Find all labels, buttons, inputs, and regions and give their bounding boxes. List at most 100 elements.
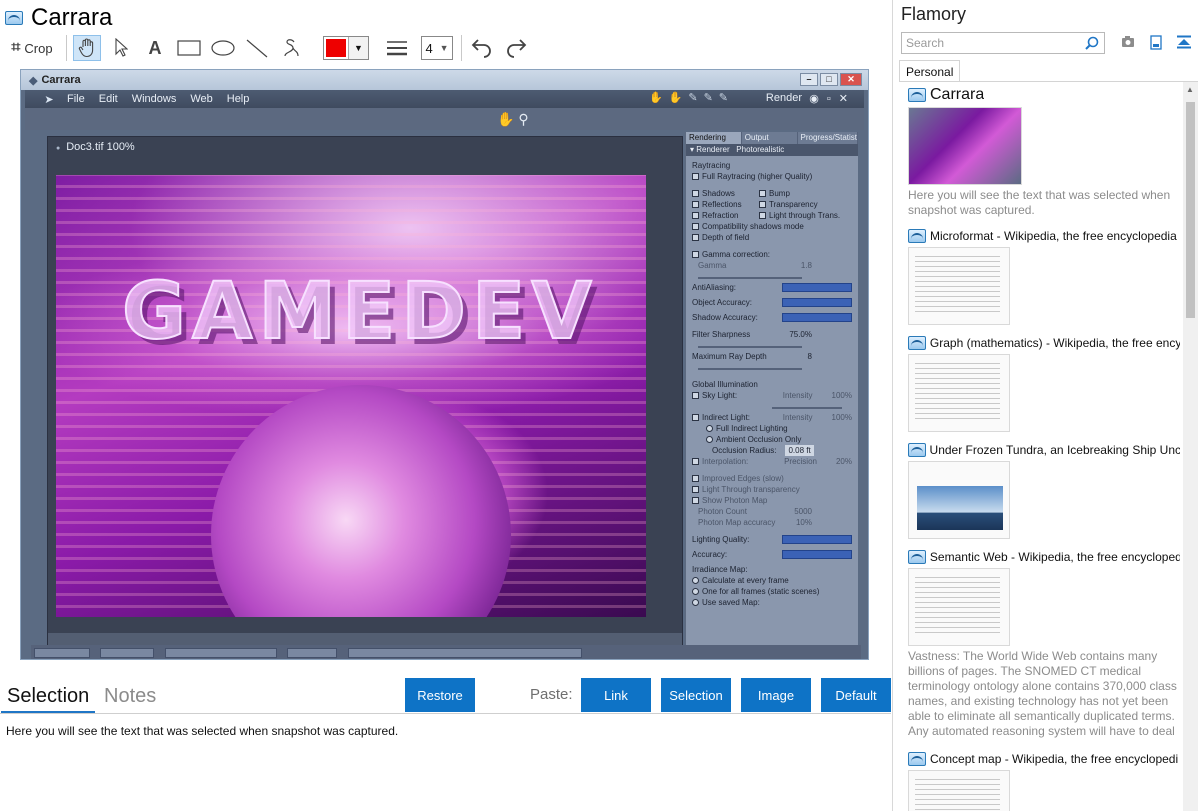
freehand-tool-button[interactable] xyxy=(277,35,305,61)
improved-edges-row: Improved Edges (slow) xyxy=(692,473,852,484)
search-icon[interactable] xyxy=(1085,36,1099,50)
snapshot-icon xyxy=(908,550,926,564)
list-item[interactable]: Graph (mathematics) - Wikipedia, the fre… xyxy=(908,335,1180,432)
carrara-titlebar: ◆ Carrara – □ ✕ xyxy=(21,70,868,90)
light-through-label: Light Through transparency xyxy=(702,485,800,494)
snapshot-title: Under Frozen Tundra, an Icebreaking Ship… xyxy=(929,443,1180,457)
lighting-quality-dropdown xyxy=(782,535,852,544)
snapshot-description: Here you will see the text that was sele… xyxy=(908,188,1171,217)
carrara-render-label: Render xyxy=(765,92,802,104)
page-icon[interactable] xyxy=(1150,35,1162,50)
paste-selection-button[interactable]: Selection xyxy=(661,678,731,712)
indirect-light-label: Indirect Light: xyxy=(702,413,751,422)
carrara-tool-strip: ✋ ⚲ xyxy=(25,108,864,130)
intensity-value: 100% xyxy=(831,413,852,422)
undo-button[interactable] xyxy=(468,35,496,61)
object-accuracy-label: Object Accuracy: xyxy=(692,298,753,307)
chevron-down-icon: ▼ xyxy=(348,37,368,59)
redo-button[interactable] xyxy=(502,35,530,61)
raytracing-label: Raytracing xyxy=(692,161,731,170)
pin-to-top-icon[interactable] xyxy=(1176,35,1192,49)
rectangle-icon xyxy=(177,40,201,56)
snapshot-thumbnail[interactable] xyxy=(908,354,1010,432)
option-row: Reflections Transparency xyxy=(692,199,852,210)
carrara-bottom-button xyxy=(34,648,90,658)
option-full-raytracing: Full Raytracing (higher Quality) xyxy=(692,171,852,182)
snapshot-icon xyxy=(908,88,926,102)
filter-sharpness-value: 75.0% xyxy=(789,330,812,339)
checkbox-icon xyxy=(759,201,766,208)
intensity-label: Intensity xyxy=(782,391,813,400)
radio-icon xyxy=(706,425,713,432)
restore-button[interactable]: Restore xyxy=(405,678,475,712)
option-row: Refraction Light through Trans. xyxy=(692,210,852,221)
gamma-row: Gamma 1.8 xyxy=(692,260,852,271)
list-item[interactable]: Microformat - Wikipedia, the free encycl… xyxy=(908,228,1180,325)
snapshot-icon xyxy=(908,336,926,350)
tab-personal[interactable]: Personal xyxy=(899,60,961,82)
tab-notes[interactable]: Notes xyxy=(98,683,162,713)
ellipse-tool-button[interactable] xyxy=(209,35,237,61)
list-item[interactable]: Concept map - Wikipedia, the free encycl… xyxy=(908,751,1180,811)
close-icon: ✕ xyxy=(840,73,862,86)
rectangle-tool-button[interactable] xyxy=(175,35,203,61)
line-width-button[interactable] xyxy=(383,35,411,61)
gamma-label: Gamma xyxy=(698,261,727,270)
carrara-bottom-button xyxy=(164,648,277,658)
sidebar-scrollbar[interactable]: ▲ xyxy=(1183,82,1198,811)
photon-count-row: Photon Count 5000 xyxy=(692,506,852,517)
hand-icon xyxy=(78,38,94,58)
checkbox-icon xyxy=(692,173,699,180)
carrara-menu-file: File xyxy=(67,93,85,105)
irradiance-map-row: Irradiance Map: xyxy=(692,564,852,575)
crop-button[interactable]: ⌗ Crop xyxy=(6,35,58,61)
intensity-value: 100% xyxy=(831,391,852,400)
thumbnail-text-lines xyxy=(915,779,1000,811)
checkbox-icon xyxy=(692,458,699,465)
ellipse-icon xyxy=(211,40,235,56)
option-label: Transparency xyxy=(769,200,818,209)
list-item[interactable]: Carrara Here you will see the text that … xyxy=(908,86,1180,218)
snapshot-title-row: Under Frozen Tundra, an Icebreaking Ship… xyxy=(908,442,1180,458)
tab-selection[interactable]: Selection xyxy=(1,683,96,713)
list-item[interactable]: Under Frozen Tundra, an Icebreaking Ship… xyxy=(908,442,1180,539)
paste-default-button[interactable]: Default xyxy=(821,678,891,712)
ambient-occlusion-row: Ambient Occlusion Only xyxy=(706,434,852,445)
snapshot-thumbnail[interactable] xyxy=(908,247,1010,325)
snapshot-thumbnail[interactable] xyxy=(908,770,1010,811)
object-accuracy-dropdown xyxy=(782,298,852,307)
snapshot-thumbnail[interactable] xyxy=(908,107,1022,185)
lighting-quality-row: Lighting Quality: xyxy=(692,534,852,545)
line-tool-button[interactable] xyxy=(243,35,271,61)
snapshot-description: Vastness: The World Wide Web contains ma… xyxy=(908,649,1177,741)
full-indirect-row: Full Indirect Lighting xyxy=(706,423,852,434)
snapshot-thumbnail[interactable] xyxy=(908,568,1010,646)
list-item[interactable]: Semantic Web - Wikipedia, the free encyc… xyxy=(908,549,1180,741)
option-gamma-correction: Gamma correction: xyxy=(692,249,852,260)
color-picker[interactable]: ▼ xyxy=(323,36,369,60)
checkbox-icon xyxy=(692,486,699,493)
selection-text[interactable]: Here you will see the text that was sele… xyxy=(6,724,398,738)
snapshot-thumbnail[interactable] xyxy=(908,461,1010,539)
paste-link-button[interactable]: Link xyxy=(581,678,651,712)
snapshot-icon xyxy=(5,11,23,25)
paste-image-button[interactable]: Image xyxy=(741,678,811,712)
photon-count-value: 5000 xyxy=(794,507,812,516)
hand-tool-button[interactable] xyxy=(73,35,101,61)
line-width-select[interactable]: 4 ▼ xyxy=(421,36,453,60)
scrollbar-thumb[interactable] xyxy=(1186,102,1195,318)
text-tool-button[interactable]: A xyxy=(141,35,169,61)
checkbox-icon xyxy=(692,190,699,197)
camera-icon[interactable] xyxy=(1121,35,1135,48)
checkbox-icon xyxy=(692,392,699,399)
interpolation-label: Interpolation: xyxy=(702,457,749,466)
gamma-value: 1.8 xyxy=(800,261,812,270)
option-label: Gamma correction: xyxy=(702,250,771,259)
option-row: Shadows Bump xyxy=(692,188,852,199)
use-saved-label: Use saved Map: xyxy=(702,598,760,607)
search-input[interactable]: Search xyxy=(901,32,1105,54)
select-tool-button[interactable] xyxy=(107,35,135,61)
document-title: Carrara xyxy=(31,4,113,31)
scroll-up-icon[interactable]: ▲ xyxy=(1186,85,1194,94)
paste-label: Paste: xyxy=(530,686,573,703)
